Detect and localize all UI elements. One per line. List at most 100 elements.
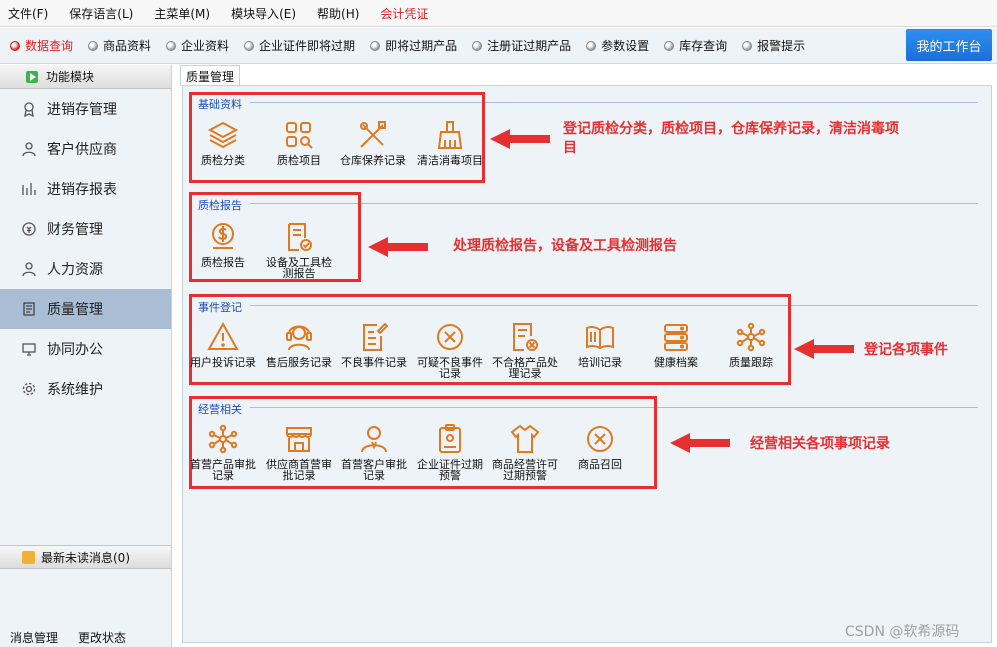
- sidebar-item-quality[interactable]: 质量管理: [0, 289, 171, 329]
- user-icon: [20, 140, 38, 158]
- monitor-icon: [20, 340, 38, 358]
- item-equipment-report[interactable]: 设备及工具检测报告: [260, 220, 338, 279]
- sidebar-item-system[interactable]: 系统维护: [0, 369, 171, 409]
- warning-icon: [207, 321, 239, 350]
- arrow-left-icon: [670, 433, 730, 453]
- radio-icon: [664, 40, 675, 51]
- quick-goods-info[interactable]: 商品资料: [88, 37, 151, 54]
- quick-registration-expired[interactable]: 注册证过期产品: [472, 37, 571, 54]
- clipboard-icon: [439, 424, 461, 453]
- network-icon: [736, 322, 766, 352]
- quick-alarm[interactable]: 报警提示: [742, 37, 805, 54]
- item-training-record[interactable]: 培训记录: [561, 320, 639, 368]
- annotation-note: 登记各项事件: [864, 342, 948, 358]
- item-license-expiry-warning[interactable]: 企业证件过期预警: [411, 422, 489, 481]
- sidebar-header: 功能模块: [0, 65, 171, 89]
- item-qc-project[interactable]: 质检项目: [260, 118, 338, 166]
- item-complaint-record[interactable]: 用户投诉记录: [184, 320, 262, 368]
- item-adverse-event[interactable]: 不良事件记录: [335, 320, 413, 368]
- item-first-product-approval[interactable]: 首营产品审批记录: [184, 422, 262, 481]
- arrow-left-icon: [368, 237, 428, 257]
- x-circle-icon: [437, 324, 463, 350]
- radio-icon: [370, 40, 381, 51]
- arrow-left-icon: [490, 129, 550, 149]
- menu-bar: 文件(F) 保存语言(L) 主菜单(M) 模块导入(E) 帮助(H) 会计凭证: [0, 0, 997, 27]
- item-nonconforming[interactable]: 不合格产品处理记录: [486, 320, 564, 379]
- menu-module-import[interactable]: 模块导入(E): [231, 5, 296, 22]
- doc-check-icon: [288, 223, 312, 251]
- item-warehouse-maintenance[interactable]: 仓库保养记录: [334, 118, 412, 166]
- message-manage-link[interactable]: 消息管理: [10, 629, 58, 646]
- chart-icon: [20, 180, 38, 198]
- sidebar-item-collaboration[interactable]: 协同办公: [0, 329, 171, 369]
- radio-icon: [742, 40, 753, 51]
- money-icon: [20, 220, 38, 238]
- quick-data-query[interactable]: 数据查询: [10, 37, 73, 54]
- item-first-customer-approval[interactable]: 首营客户审批记录: [335, 422, 413, 481]
- dollar-report-icon: [212, 223, 234, 249]
- watermark: CSDN @软希源码: [845, 624, 960, 640]
- radio-icon: [10, 40, 20, 51]
- tab-quality-management[interactable]: 质量管理: [180, 65, 240, 86]
- sidebar-item-finance[interactable]: 财务管理: [0, 209, 171, 249]
- item-quality-tracking[interactable]: 质量跟踪: [712, 320, 790, 368]
- sidebar-item-customer-supplier[interactable]: 客户供应商: [0, 129, 171, 169]
- change-status-link[interactable]: 更改状态: [78, 629, 126, 646]
- shop-icon: [286, 427, 312, 452]
- tools-icon: [360, 121, 386, 148]
- item-health-record[interactable]: 健康档案: [637, 320, 715, 368]
- broom-icon: [437, 121, 463, 149]
- radio-icon: [166, 40, 177, 51]
- menu-file[interactable]: 文件(F): [8, 5, 48, 22]
- book-icon: [586, 325, 614, 350]
- annotation-note: 处理质检报告，设备及工具检测报告: [453, 238, 677, 254]
- quick-license-expiring[interactable]: 企业证件即将过期: [244, 37, 355, 54]
- shirt-icon: [510, 424, 540, 453]
- arrow-left-icon: [794, 339, 854, 359]
- doc-x-icon: [513, 323, 538, 351]
- menu-main[interactable]: 主菜单(M): [154, 5, 210, 22]
- layers-icon: [207, 121, 239, 149]
- play-icon: [26, 70, 38, 83]
- message-icon: [22, 550, 35, 564]
- item-qc-report[interactable]: 质检报告: [184, 220, 262, 268]
- menu-accounting-voucher[interactable]: 会计凭证: [380, 5, 428, 22]
- quick-stock-query[interactable]: 库存查询: [664, 37, 727, 54]
- my-workbench-button[interactable]: 我的工作台: [906, 29, 992, 61]
- quick-company-info[interactable]: 企业资料: [166, 37, 229, 54]
- quick-parameters[interactable]: 参数设置: [586, 37, 649, 54]
- radio-icon: [88, 40, 99, 51]
- annotation-note: 经营相关各项事项记录: [750, 436, 890, 452]
- item-cleaning-project[interactable]: 清洁消毒项目: [411, 118, 489, 166]
- annotation-note: 登记质检分类，质检项目，仓库保养记录，清洁消毒项目: [563, 121, 899, 156]
- item-product-recall[interactable]: 商品召回: [561, 422, 639, 470]
- quick-products-expiring[interactable]: 即将过期产品: [370, 37, 457, 54]
- item-business-permit-warning[interactable]: 商品经营许可过期预警: [486, 422, 564, 481]
- headset-icon: [286, 325, 312, 351]
- sidebar-item-inventory[interactable]: 进销存管理: [0, 89, 171, 129]
- sidebar-footer: 消息管理 更改状态: [0, 627, 171, 647]
- quick-toolbar: 数据查询 商品资料 企业资料 企业证件即将过期 即将过期产品 注册证过期产品 参…: [0, 28, 997, 64]
- item-suspected-event[interactable]: 可疑不良事件记录: [411, 320, 489, 379]
- stack-icon: [664, 324, 688, 351]
- user-icon: [361, 426, 387, 453]
- radio-icon: [586, 40, 597, 51]
- menu-save-language[interactable]: 保存语言(L): [69, 5, 133, 22]
- unread-messages-header[interactable]: 最新未读消息(0): [0, 545, 171, 569]
- edit-doc-icon: [363, 322, 389, 351]
- radio-icon: [472, 40, 483, 51]
- document-icon: [20, 300, 38, 318]
- menu-help[interactable]: 帮助(H): [317, 5, 359, 22]
- item-aftersale-record[interactable]: 售后服务记录: [260, 320, 338, 368]
- sidebar: 功能模块 进销存管理 客户供应商 进销存报表 财务管理 人力资源 质量管理 协同…: [0, 65, 172, 647]
- sidebar-item-hr[interactable]: 人力资源: [0, 249, 171, 289]
- sidebar-item-reports[interactable]: 进销存报表: [0, 169, 171, 209]
- award-icon: [20, 100, 38, 118]
- grid-search-icon: [286, 122, 313, 149]
- person-icon: [20, 260, 38, 278]
- item-qc-category[interactable]: 质检分类: [184, 118, 262, 166]
- item-first-supplier-approval[interactable]: 供应商首营审批记录: [260, 422, 338, 481]
- gear-icon: [20, 380, 38, 398]
- x-circle-icon: [587, 426, 613, 452]
- network-icon: [208, 424, 238, 454]
